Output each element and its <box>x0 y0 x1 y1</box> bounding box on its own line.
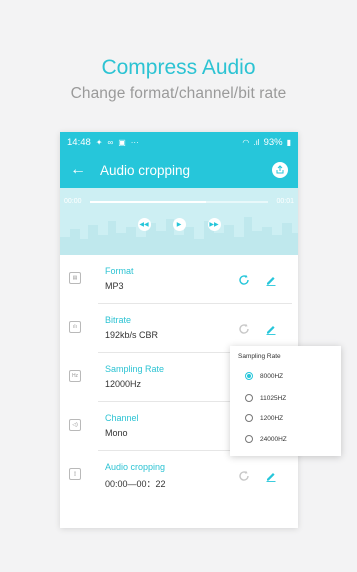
radio-button[interactable] <box>245 372 253 380</box>
radio-button[interactable] <box>245 394 253 402</box>
sampling-rate-option[interactable]: 24000HZ <box>245 433 287 445</box>
setting-value: Mono <box>105 428 128 438</box>
status-time: 14:48 <box>67 136 91 148</box>
speaker-icon: ◁) <box>69 419 81 431</box>
crop-icon: ▯ <box>69 468 81 480</box>
back-arrow-icon[interactable]: ← <box>70 161 92 179</box>
signal-icon: .ıl <box>253 137 260 147</box>
link-icon: ∞ <box>107 137 114 147</box>
reset-icon[interactable] <box>238 323 250 335</box>
phone-screen: 14:48 ✦ ∞ ▣ ··· ◠ .ıl 93% ▮ ← Audio crop… <box>60 132 298 528</box>
setting-value: 00:00—00：22 <box>105 479 166 489</box>
wifi-icon: ◠ <box>242 137 250 147</box>
setting-label: Audio cropping <box>105 462 166 472</box>
hz-icon: Hz <box>69 370 81 382</box>
promo-title: Compress Audio <box>101 56 256 79</box>
share-button[interactable] <box>272 162 288 178</box>
option-label: 8000HZ <box>260 372 284 380</box>
sampling-rate-option[interactable]: 11025HZ <box>245 392 286 404</box>
rewind-button[interactable]: ◀◀ <box>137 218 151 231</box>
radio-button[interactable] <box>245 435 253 443</box>
setting-value: 12000Hz <box>105 379 142 389</box>
option-label: 1200HZ <box>260 414 284 422</box>
sampling-rate-option[interactable]: 8000HZ <box>245 370 283 382</box>
app-toolbar: ← Audio cropping <box>60 152 298 188</box>
option-label: 24000HZ <box>260 435 287 443</box>
more-dots-icon: ··· <box>130 137 139 147</box>
sampling-rate-option[interactable]: 1200HZ <box>245 412 283 424</box>
settings-row[interactable]: ▤ Format MP3 <box>60 255 298 304</box>
edit-pencil-icon[interactable] <box>265 323 277 335</box>
seek-progress <box>90 201 206 203</box>
current-time: 00:00 <box>64 198 82 205</box>
sampling-rate-popup: Sampling Rate 8000HZ 11025HZ 1200HZ 24000HZ <box>230 346 341 456</box>
total-time: 00:01 <box>276 198 294 205</box>
setting-label: Bitrate <box>105 315 132 325</box>
option-label: 11025HZ <box>260 394 287 402</box>
radio-button[interactable] <box>245 414 253 422</box>
setting-label: Channel <box>105 413 139 423</box>
battery-level: 93% <box>263 136 283 148</box>
setting-label: Sampling Rate <box>105 364 165 374</box>
settings-row[interactable]: ▯ Audio cropping 00:00—00：22 <box>60 451 298 500</box>
playback-controls: ◀◀ ▶ ▶▶ <box>60 218 298 231</box>
file-icon: ▤ <box>69 272 81 284</box>
edit-pencil-icon[interactable] <box>265 470 277 482</box>
bars-icon: ılı <box>69 321 81 333</box>
play-button[interactable]: ▶ <box>172 218 186 231</box>
popup-title: Sampling Rate <box>238 353 281 360</box>
setting-value: MP3 <box>105 281 124 291</box>
share-icon <box>276 165 284 174</box>
setting-value: 192kb/s CBR <box>105 330 159 340</box>
promo-subtitle: Change format/channel/bit rate <box>70 85 287 102</box>
audio-player: 00:00 00:01 ◀◀ ▶ ▶▶ <box>60 188 298 255</box>
setting-label: Format <box>105 266 134 276</box>
reset-icon[interactable] <box>238 274 250 286</box>
toolbar-title: Audio cropping <box>100 162 191 178</box>
reset-icon[interactable] <box>238 470 250 482</box>
status-bar: 14:48 ✦ ∞ ▣ ··· ◠ .ıl 93% ▮ <box>60 132 298 152</box>
edit-pencil-icon[interactable] <box>265 274 277 286</box>
battery-icon: ▮ <box>286 137 291 147</box>
notification-icon: ✦ <box>95 137 103 147</box>
image-icon: ▣ <box>118 137 126 147</box>
forward-button[interactable]: ▶▶ <box>207 218 221 231</box>
